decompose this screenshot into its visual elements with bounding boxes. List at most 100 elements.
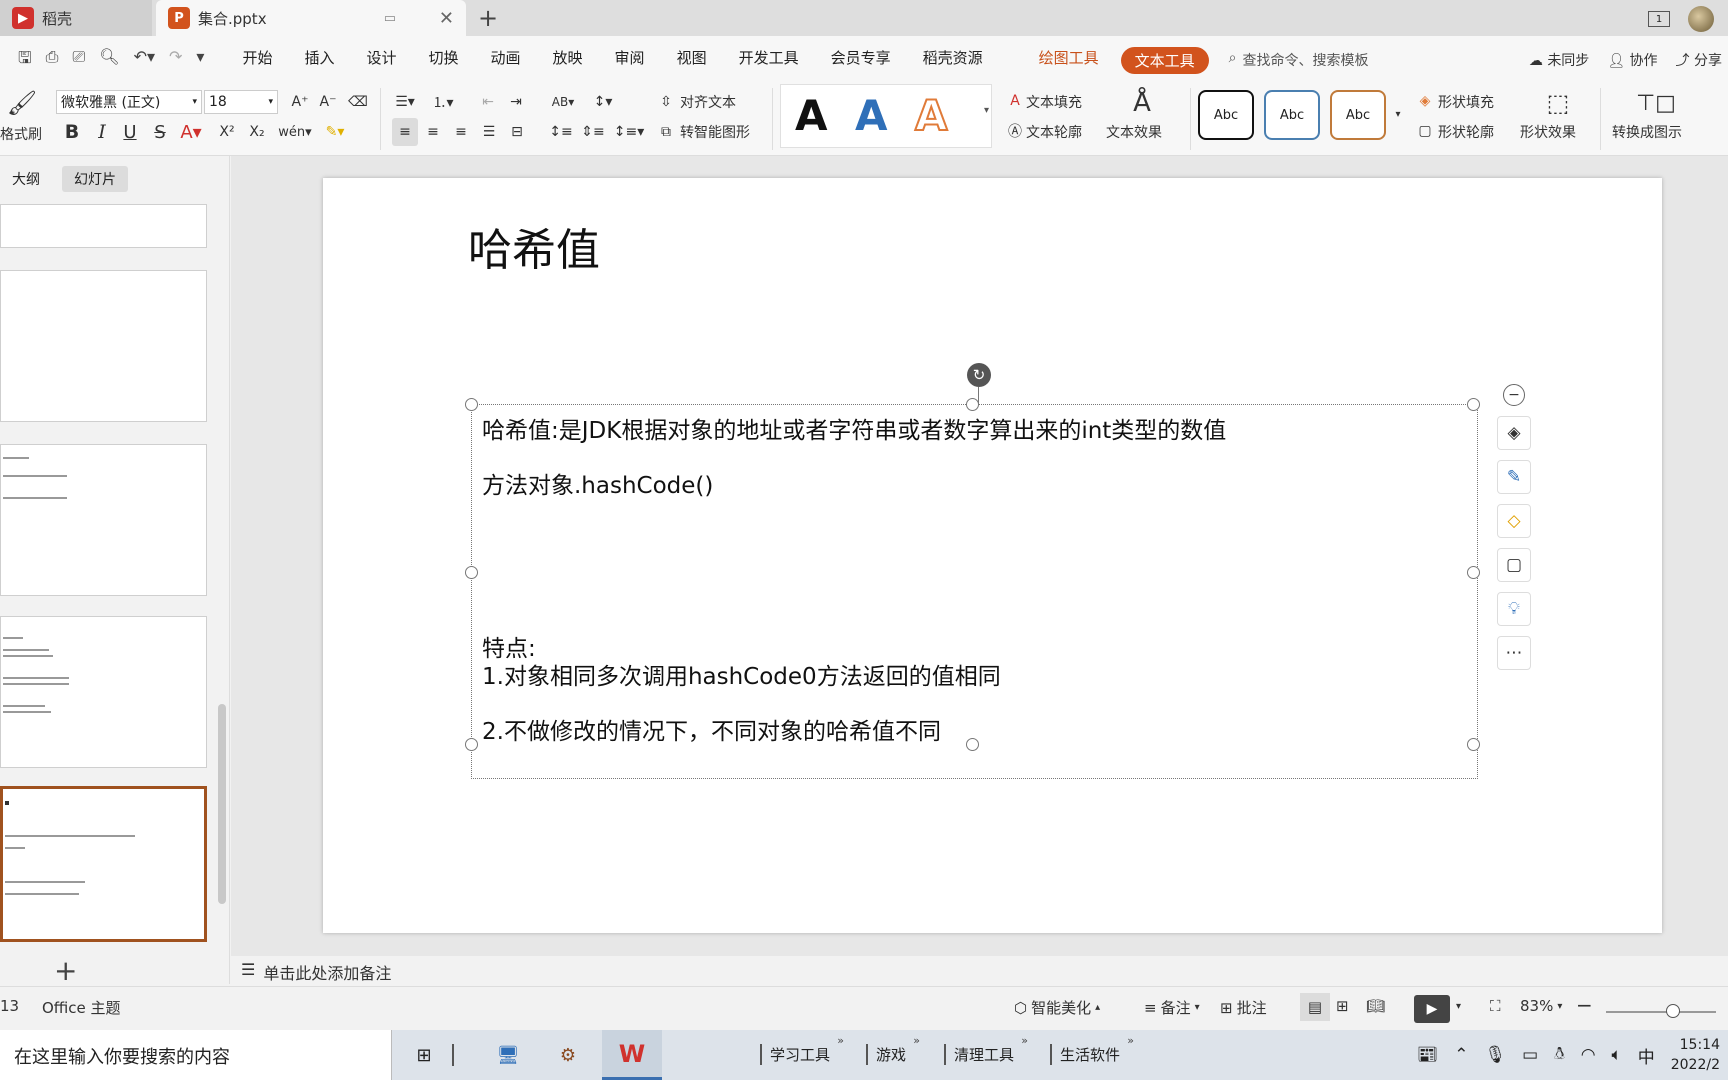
taskbar-search-input[interactable]: 在这里输入你要搜索的内容 <box>0 1030 392 1080</box>
slide-thumbnail[interactable] <box>0 270 207 422</box>
shape-style-orange[interactable]: Abc <box>1330 90 1386 140</box>
menu-tab-insert[interactable]: 插入 <box>288 47 350 74</box>
taskbar-group-study-tools[interactable]: 学习工具 » <box>760 1034 844 1065</box>
line-spacing-icon[interactable]: ↕≡ <box>548 118 574 146</box>
resize-handle-n[interactable] <box>966 398 979 411</box>
format-painter-label[interactable]: 格式刷 <box>0 124 42 144</box>
undo-icon[interactable]: ↶▾ <box>134 47 155 74</box>
increase-font-icon[interactable]: A⁺ <box>288 90 312 114</box>
slide-thumbnail[interactable] <box>0 204 207 248</box>
convert-diagram-icon[interactable]: ⊤□ <box>1636 88 1676 118</box>
align-left-icon[interactable]: ≡ <box>392 118 418 146</box>
text-outline-icon[interactable]: Ⓐ <box>1004 118 1026 144</box>
monitor-icon[interactable]: ▭ <box>384 11 396 26</box>
align-text-icon[interactable]: ⇳ <box>654 90 678 114</box>
sort-icon[interactable]: ↕▾ <box>588 90 618 114</box>
share-button[interactable]: ⤴ 分享 <box>1676 50 1722 70</box>
volume-icon[interactable]: 🔈︎ <box>1612 1045 1622 1065</box>
customize-dropdown-icon[interactable]: ▾ <box>196 47 204 74</box>
wps-app-icon[interactable]: W <box>602 1030 662 1080</box>
add-slide-button[interactable]: + <box>54 954 77 987</box>
shape-effect-button[interactable]: 形状效果 <box>1520 122 1576 142</box>
font-size-select[interactable]: 18 ▾ <box>204 90 278 114</box>
text-fill-button[interactable]: 文本填充 <box>1026 92 1082 112</box>
shape-outline-icon[interactable]: ▢ <box>1414 118 1436 144</box>
pen-icon[interactable]: ✎ <box>1497 460 1531 494</box>
slide-thumbnail[interactable] <box>0 616 207 768</box>
resize-handle-w[interactable] <box>465 566 478 579</box>
menu-tab-drawing-tools[interactable]: 绘图工具 <box>1023 47 1115 74</box>
paragraph-spacing-icon[interactable]: ⇕≡ <box>580 118 606 146</box>
italic-icon[interactable]: I <box>90 118 114 146</box>
tab-outline[interactable]: 大纲 <box>0 166 52 192</box>
align-center-icon[interactable]: ≡ <box>420 118 446 146</box>
lightbulb-icon[interactable]: 💡︎ <box>1497 592 1531 626</box>
slide[interactable]: 哈希值 ↻ 哈希值:是JDK根据对象的地址或者字符串或者数字算出来的int类型的… <box>323 178 1662 933</box>
gallery-more-icon[interactable]: ▾ <box>984 105 989 116</box>
superscript-icon[interactable]: X² <box>214 118 240 146</box>
subscript-icon[interactable]: X₂ <box>244 118 270 146</box>
menu-tab-home[interactable]: 开始 <box>226 47 288 74</box>
slide-thumbnail[interactable] <box>0 444 207 596</box>
shape-fill-button[interactable]: 形状填充 <box>1438 92 1494 112</box>
textbox-line[interactable]: 方法对象.hashCode() <box>482 466 713 500</box>
menu-tab-daoke-resources[interactable]: 稻壳资源 <box>907 47 999 74</box>
collab-button[interactable]: 👤︎ 协作 <box>1607 50 1657 70</box>
border-icon[interactable]: ▢ <box>1497 548 1531 582</box>
highlight-icon[interactable]: ✎▾ <box>320 118 350 146</box>
clear-format-icon[interactable]: ⌫ <box>346 90 370 114</box>
play-slideshow-icon[interactable]: ▶ <box>1414 995 1450 1023</box>
shape-outline-button[interactable]: 形状轮廓 <box>1438 122 1494 142</box>
redo-icon[interactable]: ↷ <box>169 47 182 74</box>
document-tab[interactable]: P 集合.pptx ▭ ✕ <box>156 0 466 36</box>
menu-tab-review[interactable]: 审阅 <box>599 47 661 74</box>
command-search[interactable]: ⌕ 查找命令、搜索模板 <box>1229 50 1369 70</box>
taskbar-group-games[interactable]: 游戏 » <box>866 1034 920 1065</box>
menu-tab-slideshow[interactable]: 放映 <box>537 47 599 74</box>
wordart-black-style[interactable]: A <box>795 91 828 140</box>
chevron-up-icon[interactable]: ⌃ <box>1454 1045 1468 1065</box>
menu-tab-member[interactable]: 会员专享 <box>815 47 907 74</box>
resize-handle-se[interactable] <box>1467 738 1480 751</box>
qq-icon[interactable]: 🐧︎ <box>1554 1044 1564 1066</box>
theme-name[interactable]: Office 主题 <box>42 997 121 1018</box>
news-widget-icon[interactable]: 📰︎ <box>1417 1045 1439 1065</box>
menu-tab-text-tools[interactable]: 文本工具 <box>1120 46 1209 74</box>
bold-icon[interactable]: B <box>60 118 84 146</box>
notes-bar[interactable]: ☰ 单击此处添加备注 <box>231 956 1728 986</box>
fill-bucket-icon[interactable]: ◇ <box>1497 504 1531 538</box>
strikethrough-icon[interactable]: S <box>148 118 172 146</box>
play-options-icon[interactable]: ▾ <box>1456 1001 1461 1012</box>
print-icon[interactable]: ⎚ <box>72 47 85 74</box>
bullet-list-icon[interactable]: ☰▾ <box>390 90 420 114</box>
zoom-slider-knob[interactable] <box>1666 1004 1680 1018</box>
decrease-indent-icon[interactable]: ⇤ <box>476 90 500 114</box>
menu-tab-transition[interactable]: 切换 <box>413 47 475 74</box>
fit-window-icon[interactable]: ⛶ <box>1490 997 1501 1015</box>
shape-effect-icon[interactable]: ⬚ <box>1538 88 1578 118</box>
distributed-icon[interactable]: ⊟ <box>504 118 530 146</box>
text-effect-icon[interactable]: Å <box>1122 88 1162 118</box>
sync-button[interactable]: ☁ 未同步 <box>1529 50 1589 70</box>
numbered-list-icon[interactable]: ⒈▾ <box>428 90 458 114</box>
print-preview-icon[interactable]: 🔍︎ <box>99 47 119 74</box>
menu-tab-developer[interactable]: 开发工具 <box>723 47 815 74</box>
microphone-icon[interactable]: 🎙︎ <box>1485 1045 1507 1065</box>
reading-view-icon[interactable]: 📖︎ <box>1366 997 1385 1015</box>
shape-style-black[interactable]: Abc <box>1198 90 1254 140</box>
panel-scrollbar[interactable] <box>218 704 226 904</box>
game-app-icon[interactable]: ⚙ <box>552 1039 584 1071</box>
resize-handle-s[interactable] <box>966 738 979 751</box>
computer-app-icon[interactable]: 🖥︎ <box>492 1039 524 1071</box>
taskbar-group-cleanup-tools[interactable]: 清理工具 » <box>944 1034 1028 1065</box>
font-color-icon[interactable]: A▾ <box>176 118 206 146</box>
ime-indicator[interactable]: 中 <box>1638 1043 1655 1068</box>
textbox-line[interactable]: 1.对象相同多次调用hashCode0方法返回的值相同 <box>482 657 1001 691</box>
justify-icon[interactable]: ☰ <box>476 118 502 146</box>
clock[interactable]: 15:14 2022/2 <box>1671 1035 1720 1075</box>
shape-fill-icon[interactable]: ◈ <box>1414 90 1436 112</box>
zoom-out-icon[interactable]: − <box>1576 993 1593 1017</box>
format-painter-icon[interactable]: 🖌︎ <box>2 88 42 118</box>
text-outline-button[interactable]: 文本轮廓 <box>1026 122 1082 142</box>
new-tab-button[interactable]: + <box>478 4 498 32</box>
